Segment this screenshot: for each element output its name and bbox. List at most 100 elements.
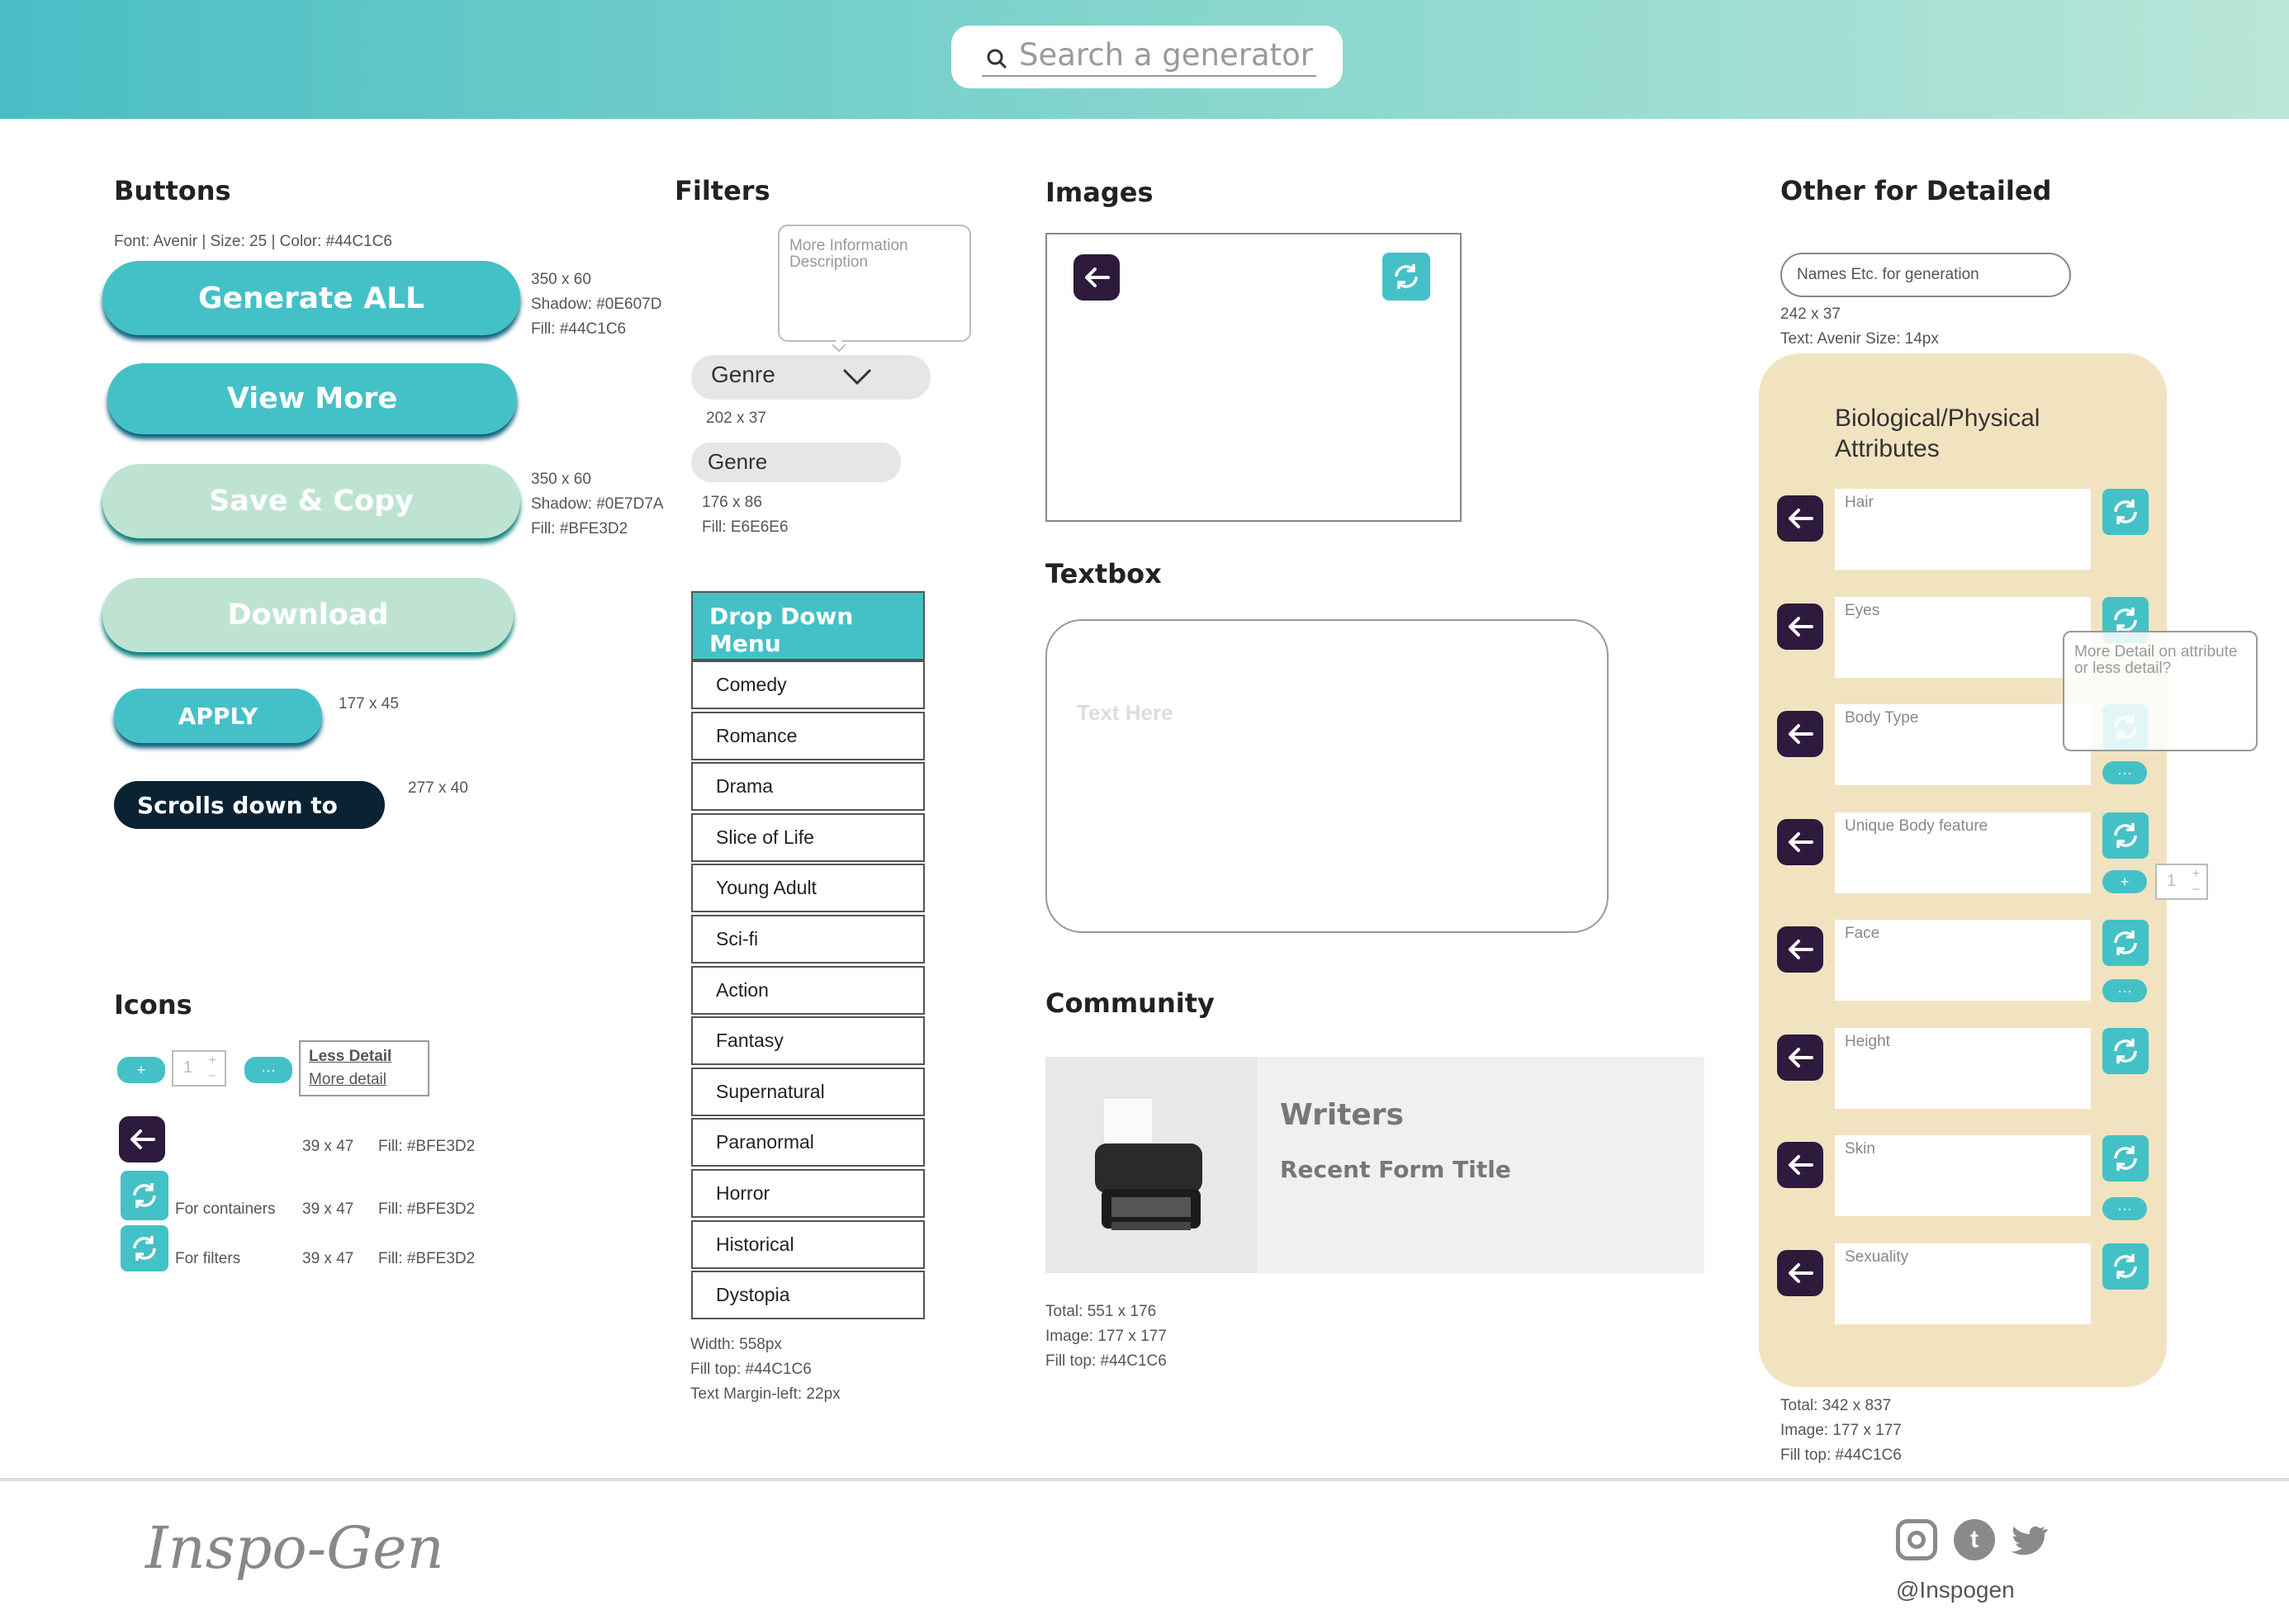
chevron-down-icon	[842, 368, 872, 386]
image-frame	[1045, 233, 1462, 522]
view-more-button[interactable]: View More	[107, 363, 517, 434]
apply-button[interactable]: APPLY	[114, 689, 322, 743]
dropdown-item[interactable]: Drama	[691, 762, 925, 812]
attribute-refresh-button[interactable]	[2102, 1027, 2149, 1074]
search-box[interactable]: Search a generator	[951, 26, 1343, 88]
twitter-icon[interactable]	[2010, 1524, 2048, 1557]
button-note-1: 350 x 60 Shadow: #0E607D Fill: #44C1C6	[531, 271, 662, 338]
search-input[interactable]: Search a generator	[1019, 37, 1313, 73]
attribute-field[interactable]: Sexuality	[1835, 1243, 2091, 1324]
save-copy-button[interactable]: Save & Copy	[102, 464, 520, 538]
attribute-field[interactable]: Height	[1835, 1027, 2091, 1109]
icon-label-2: For containers	[175, 1200, 276, 1218]
arrow-left-icon	[1789, 1155, 1813, 1175]
attribute-field[interactable]: Hair	[1835, 489, 2091, 570]
attribute-refresh-button[interactable]	[2102, 812, 2149, 859]
dropdown-item[interactable]: Action	[691, 965, 925, 1015]
attribute-back-button[interactable]	[1777, 1034, 1823, 1081]
dropdown-item[interactable]: Dystopia	[691, 1271, 925, 1320]
download-button[interactable]: Download	[102, 578, 514, 652]
image-refresh-button[interactable]	[1382, 253, 1430, 301]
more-options-button[interactable]: ···	[2102, 761, 2147, 784]
icon-size-2: 39 x 47	[302, 1200, 354, 1218]
attribute-refresh-button[interactable]	[2102, 920, 2149, 966]
dropdown-item[interactable]: Horror	[691, 1169, 925, 1218]
genre-chip-note: 176 x 86 Fill: E6E6E6	[702, 494, 789, 536]
attribute-field[interactable]: Skin	[1835, 1135, 2091, 1216]
icon-size-1: 39 x 47	[302, 1138, 354, 1155]
dropdown-item[interactable]: Young Adult	[691, 864, 925, 913]
icons-heading: Icons	[114, 989, 192, 1020]
filters-heading: Filters	[675, 175, 770, 206]
less-detail-link[interactable]: Less Detail	[309, 1045, 419, 1068]
names-input[interactable]: Names Etc. for generation	[1780, 253, 2071, 297]
scrolls-down-button[interactable]: Scrolls down to	[114, 781, 385, 829]
more-detail-link[interactable]: More detail	[309, 1068, 419, 1091]
typewriter-image	[1045, 1057, 1257, 1273]
arrow-left-icon	[1789, 509, 1813, 528]
arrow-left-icon	[1789, 831, 1813, 852]
dropdown-item[interactable]: Sci-fi	[691, 915, 925, 964]
scroll-size-note: 277 x 40	[408, 779, 468, 797]
tumblr-icon[interactable]: t	[1954, 1519, 1995, 1560]
attribute-refresh-button[interactable]	[2102, 489, 2149, 535]
attributes-panel: Biological/Physical Attributes Hair Eyes B…	[1759, 353, 2167, 1387]
icon-label-3: For filters	[175, 1250, 241, 1267]
attribute-back-button[interactable]	[1777, 1249, 1823, 1296]
ellipsis-icon: ···	[2117, 764, 2132, 781]
arrow-left-icon	[1789, 1047, 1813, 1068]
add-pill-button[interactable]: +	[2102, 870, 2147, 893]
instagram-icon[interactable]	[1896, 1519, 1937, 1560]
dropdown-item[interactable]: Supernatural	[691, 1067, 925, 1116]
dropdown-item[interactable]: Fantasy	[691, 1016, 925, 1066]
apply-size-note: 177 x 45	[339, 695, 399, 713]
genre-dropdown[interactable]: Genre	[691, 355, 931, 400]
attribute-back-button[interactable]	[1777, 818, 1823, 865]
panel-notes: Total: 342 x 837 Image: 177 x 177 Fill top…	[1780, 1397, 1902, 1464]
dropdown-item[interactable]: Historical	[691, 1219, 925, 1269]
attribute-back-button[interactable]	[1777, 1142, 1823, 1188]
refresh-icon	[133, 1183, 156, 1208]
icon-fill-1: Fill: #BFE3D2	[378, 1138, 476, 1155]
dropdown-item[interactable]: Comedy	[691, 660, 925, 709]
attribute-refresh-button[interactable]	[2102, 1243, 2149, 1290]
attribute-field[interactable]: Unique Body feature	[1835, 812, 2091, 893]
attribute-back-button[interactable]	[1777, 495, 1823, 542]
footer-logo: Inspo-Gen	[145, 1514, 444, 1582]
dropdown-item[interactable]: Romance	[691, 711, 925, 760]
attribute-back-button[interactable]	[1777, 603, 1823, 650]
attribute-refresh-button[interactable]	[2102, 1135, 2149, 1181]
quantity-stepper[interactable]: 1 + –	[172, 1050, 226, 1087]
attribute-field[interactable]: Eyes	[1835, 596, 2091, 678]
generate-all-button[interactable]: Generate ALL	[102, 261, 520, 335]
detail-menu: Less Detail More detail	[299, 1040, 429, 1096]
icon-size-3: 39 x 47	[302, 1250, 354, 1267]
refresh-icon	[2114, 1146, 2137, 1171]
dropdown-menu-header[interactable]: Drop Down Menu	[691, 591, 925, 660]
back-button[interactable]	[119, 1116, 165, 1162]
attribute-field[interactable]: Face	[1835, 920, 2091, 1001]
image-back-button[interactable]	[1073, 254, 1120, 301]
text-area[interactable]: Text Here	[1045, 619, 1609, 933]
genre-chip[interactable]: Genre	[691, 443, 901, 482]
dropdown-item[interactable]: Slice of Life	[691, 812, 925, 862]
plus-pill-button[interactable]: +	[117, 1057, 165, 1083]
more-options-button[interactable]: ···	[2102, 1197, 2147, 1220]
panel-title: Biological/Physical Attributes	[1835, 405, 2040, 462]
genre-size-note: 202 x 37	[706, 410, 766, 427]
community-card[interactable]: Writers Recent Form Title	[1045, 1057, 1704, 1273]
community-title: Writers	[1280, 1098, 1404, 1132]
attribute-field[interactable]: Body Type	[1835, 704, 2091, 785]
more-options-button[interactable]: ···	[244, 1057, 292, 1083]
button-note-2: 350 x 60 Shadow: #0E7D7A Fill: #BFE3D2	[531, 471, 664, 537]
attribute-back-button[interactable]	[1777, 711, 1823, 757]
refresh-button-filter[interactable]	[121, 1225, 168, 1271]
community-notes: Total: 551 x 176 Image: 177 x 177 Fill top…	[1045, 1303, 1167, 1370]
header-bar: Search a generator	[0, 0, 2289, 119]
refresh-button-container[interactable]	[121, 1171, 168, 1220]
attribute-back-button[interactable]	[1777, 926, 1823, 973]
font-note: Font: Avenir | Size: 25 | Color: #44C1C6	[114, 233, 392, 250]
more-options-button[interactable]: ···	[2102, 979, 2147, 1002]
quantity-stepper[interactable]: 1 + –	[2155, 864, 2208, 900]
dropdown-item[interactable]: Paranormal	[691, 1118, 925, 1167]
